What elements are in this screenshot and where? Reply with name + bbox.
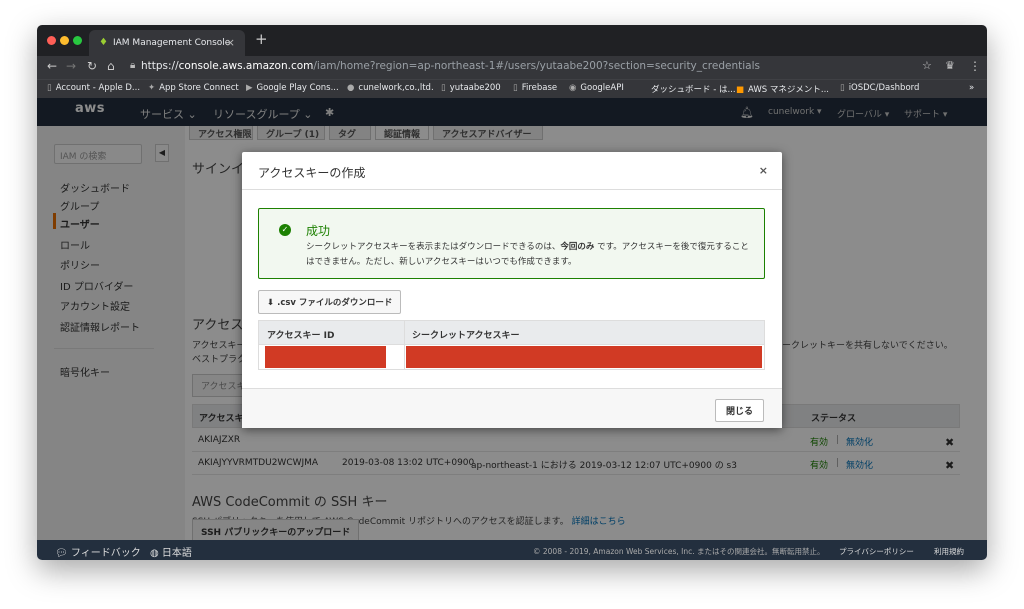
url-path: /iam/home?region=ap-northeast-1#/users/y… [313,60,760,72]
aws-favicon-icon: ♦ [99,37,108,48]
bookmark-label: AWS マネジメント... [748,85,829,95]
bookmark-item[interactable]: ◉ GoogleAPI [569,83,624,93]
google-icon: ◉ [569,83,577,93]
forward-icon[interactable]: → [66,59,76,73]
redacted-access-key-id [265,346,386,368]
dialog-footer: 閉じる [242,388,782,428]
bookmark-item[interactable]: ダッシュボード - は... [651,83,736,95]
redacted-secret-access-key [406,346,762,368]
browser-window: ♦ IAM Management Console × + ← → ↻ ⌂ 🔒︎ … [37,25,987,560]
bookmark-label: ダッシュボード - は... [651,85,736,95]
bookmark-item[interactable]: ▶ Google Play Cons... [246,83,339,93]
lock-icon: 🔒︎ [130,60,136,71]
copyright: © 2008 - 2019, Amazon Web Services, Inc.… [533,547,825,556]
bookmark-star-icon[interactable]: ☆ [922,59,932,72]
close-icon[interactable]: × [759,164,768,177]
maximize-window-icon[interactable] [73,36,82,45]
success-message-emphasis: 今回のみ [560,242,595,252]
bookmarks-bar: ▯ Account - Apple D... ✦ App Store Connect… [37,79,987,98]
language-label: 日本語 [161,548,192,559]
dialog-title: アクセスキーの作成 [258,166,366,180]
aws-box-icon: ■ [736,85,745,95]
bookmark-label: Firebase [521,83,558,93]
page-icon: ▯ [47,83,52,93]
create-access-key-dialog: アクセスキーの作成 × ✓ 成功 シークレットアクセスキーを表示またはダウンロー… [242,152,782,428]
menu-icon[interactable]: ⋮ [969,59,981,73]
terms-link[interactable]: 利用規約 [934,546,964,557]
page-icon: ▯ [513,83,518,93]
privacy-link[interactable]: プライバシーポリシー [839,546,914,557]
bookmark-label: cunelwork,co.,ltd. [358,83,434,93]
bookmark-item[interactable]: ✦ App Store Connect [148,83,239,93]
success-message: シークレットアクセスキーを表示またはダウンロードできるのは、今回のみ です。アク… [306,240,756,270]
column-divider [404,321,405,369]
bookmark-item[interactable]: ▯ Firebase [513,83,557,93]
bookmark-item[interactable]: ● cunelwork,co.,ltd. [347,83,434,93]
success-title: 成功 [306,224,331,238]
address-bar[interactable]: https://console.aws.amazon.com/iam/home?… [141,60,760,72]
success-check-icon: ✓ [279,224,291,236]
access-key-table: アクセスキー ID シークレットアクセスキー [258,320,765,370]
bookmark-item[interactable]: ▯ iOSDC/Dashbord [840,83,919,93]
incognito-icon[interactable]: ♛ [945,59,955,72]
globe-icon: ◍ [150,548,159,559]
reload-icon[interactable]: ↻ [87,59,97,73]
bookmark-label: Google Play Cons... [256,83,339,93]
tab-bar: ♦ IAM Management Console × + [37,25,987,56]
bookmark-label: Account - Apple D... [55,83,141,93]
back-icon[interactable]: ← [47,59,57,73]
bookmark-item[interactable]: ▯ yutaabe200 [441,83,501,93]
feedback-label: フィードバック [70,548,141,559]
aws-footer: 💬︎ フィードバック ◍ 日本語 © 2008 - 2019, Amazon W… [37,540,987,560]
browser-toolbar: ← → ↻ ⌂ 🔒︎ https://console.aws.amazon.co… [37,56,987,79]
tab-title: IAM Management Console [113,38,231,48]
column-access-key-id: アクセスキー ID [267,331,335,341]
more-bookmarks-icon[interactable]: » [969,83,974,93]
column-secret-access-key: シークレットアクセスキー [412,331,520,341]
page-icon: ▯ [441,83,446,93]
success-alert: ✓ 成功 シークレットアクセスキーを表示またはダウンロードできるのは、今回のみ … [258,208,765,279]
download-csv-label: .csv ファイルのダウンロード [277,298,393,308]
close-window-icon[interactable] [47,36,56,45]
bookmark-label: yutaabe200 [449,83,501,93]
url-host: console.aws.amazon.com [178,60,314,72]
googleplay-icon: ▶ [246,83,253,93]
appstore-icon: ✦ [148,83,156,93]
success-message-part: シークレットアクセスキーを表示またはダウンロードできるのは、 [306,242,561,252]
access-key-table-header: アクセスキー ID シークレットアクセスキー [259,321,764,345]
language-selector[interactable]: ◍ 日本語 [150,544,192,559]
page-icon: ▯ [840,83,845,93]
bookmark-item[interactable]: ▯ Account - Apple D... [47,83,140,93]
bookmark-label: GoogleAPI [580,83,624,93]
close-button[interactable]: 閉じる [714,399,764,422]
browser-tab[interactable]: ♦ IAM Management Console × [89,30,245,56]
feedback-icon: 💬︎ [55,548,68,559]
download-icon: ⬇ [267,298,275,308]
github-icon: ● [347,83,355,93]
dialog-header: アクセスキーの作成 × [242,152,782,190]
download-csv-button[interactable]: ⬇ .csv ファイルのダウンロード [258,290,402,314]
bookmark-label: iOSDC/Dashbord [848,83,920,93]
new-tab-button[interactable]: + [255,30,268,48]
bookmark-item[interactable]: ■ AWS マネジメント... [736,83,829,95]
bookmark-label: App Store Connect [159,83,239,93]
minimize-window-icon[interactable] [60,36,69,45]
close-tab-icon[interactable]: × [226,36,235,49]
url-prefix: https:// [141,60,179,72]
feedback-link[interactable]: 💬︎ フィードバック [55,544,141,559]
home-icon[interactable]: ⌂ [107,59,115,73]
